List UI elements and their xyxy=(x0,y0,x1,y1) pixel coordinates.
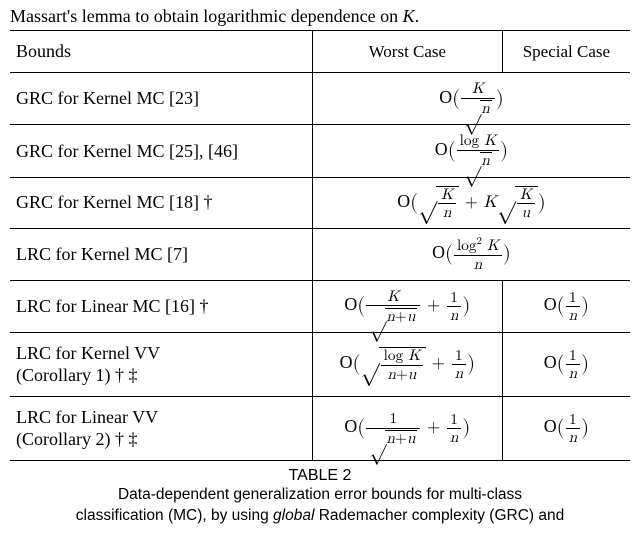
row-label: LRC for Linear MC [16] † xyxy=(10,281,312,333)
row-worst: O(K√n+u + 1n) xyxy=(312,281,502,333)
caption-line2-b: Rademacher complexity (GRC) and xyxy=(314,507,564,524)
row-label: GRC for Kernel MC [18] † xyxy=(10,178,312,229)
intro-variable: K xyxy=(403,6,415,26)
row-label-line1: LRC for Linear VV xyxy=(16,407,158,427)
row-worst: O(log K√n) xyxy=(312,125,630,177)
row-label: GRC for Kernel MC [23] xyxy=(10,73,312,125)
row-label: GRC for Kernel MC [25], [46] xyxy=(10,125,312,177)
intro-part1: Massart's lemma to obtain logarithmic de… xyxy=(10,6,403,26)
caption-line1: Data-dependent generalization error boun… xyxy=(118,486,522,503)
row-worst: O(K√n) xyxy=(312,73,630,125)
row-label: LRC for Kernel VV (Corollary 1) † ‡ xyxy=(10,333,312,397)
row-label: LRC for Linear VV (Corollary 2) † ‡ xyxy=(10,397,312,461)
intro-part2: . xyxy=(415,6,420,26)
caption-line2-a: classification (MC), by using xyxy=(76,507,273,524)
table-row: GRC for Kernel MC [25], [46] O(log K√n) xyxy=(10,125,630,177)
table-caption-title: TABLE 2 xyxy=(10,467,630,485)
table-row: LRC for Linear VV (Corollary 2) † ‡ O(1√… xyxy=(10,397,630,461)
row-label-line2: (Corollary 1) † ‡ xyxy=(16,365,137,385)
row-special: O(1n) xyxy=(502,281,630,333)
row-worst: O(1√n+u + 1n) xyxy=(312,397,502,461)
row-label-line1: LRC for Kernel VV xyxy=(16,343,160,363)
row-label: LRC for Kernel MC [7] xyxy=(10,229,312,280)
table-row: GRC for Kernel MC [18] † O(√Kn + K√Ku) xyxy=(10,178,630,229)
row-worst: O(√log Kn+u + 1n) xyxy=(312,333,502,397)
table-row: LRC for Kernel MC [7] O(log2 Kn) xyxy=(10,229,630,280)
row-label-line2: (Corollary 2) † ‡ xyxy=(16,429,137,449)
col-header-special: Special Case xyxy=(502,31,630,73)
col-header-worst: Worst Case xyxy=(312,31,502,73)
intro-text: Massart's lemma to obtain logarithmic de… xyxy=(10,4,630,28)
row-worst: O(√Kn + K√Ku) xyxy=(312,178,630,229)
caption-ital: global xyxy=(273,507,314,524)
row-worst: O(log2 Kn) xyxy=(312,229,630,280)
table-header-row: Bounds Worst Case Special Case xyxy=(10,31,630,73)
results-table: Bounds Worst Case Special Case GRC for K… xyxy=(10,30,630,461)
table-row: GRC for Kernel MC [23] O(K√n) xyxy=(10,73,630,125)
col-header-bounds: Bounds xyxy=(10,31,312,73)
table-row: LRC for Linear MC [16] † O(K√n+u + 1n) O… xyxy=(10,281,630,333)
table-row: LRC for Kernel VV (Corollary 1) † ‡ O(√l… xyxy=(10,333,630,397)
row-special: O(1n) xyxy=(502,397,630,461)
table-caption-body: Data-dependent generalization error boun… xyxy=(10,485,630,527)
row-special: O(1n) xyxy=(502,333,630,397)
